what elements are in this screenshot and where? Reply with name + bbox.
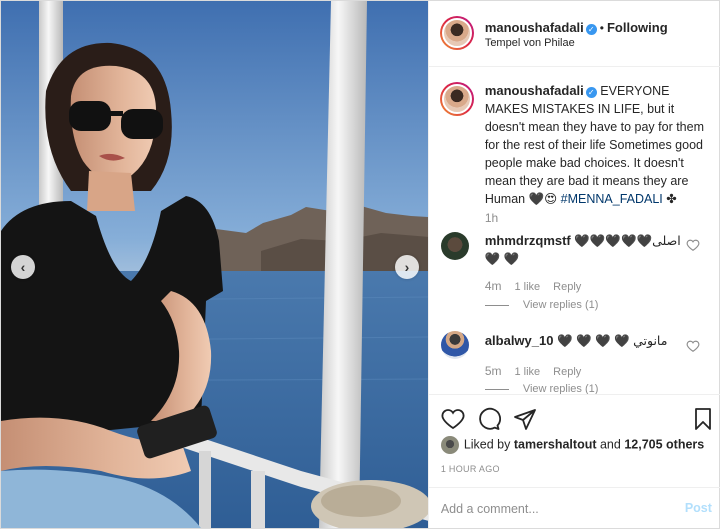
avatar-image <box>441 18 472 48</box>
comment-avatar[interactable] <box>440 331 469 359</box>
comments-list[interactable]: manoushafadali ✓ EVERYONE MAKES MISTAKES … <box>429 68 720 394</box>
caption-hashtag-link[interactable]: #MENNA_FADALI <box>561 192 663 206</box>
comment-username[interactable]: albalwy_10 <box>485 333 554 348</box>
next-photo-button[interactable]: › <box>395 255 419 279</box>
caption-suffix: ✤ <box>662 192 677 206</box>
comment-likes[interactable]: 1 like <box>514 281 540 293</box>
comment-icon[interactable] <box>477 407 501 431</box>
comment-username[interactable]: mhmdrzqmstf <box>485 233 571 248</box>
liked-by-middle: and <box>596 437 625 452</box>
caption-text: EVERYONE MAKES MISTAKES IN LIFE, but it … <box>484 84 704 206</box>
comment-meta: 4m 1 like Reply <box>485 279 594 293</box>
post-caption: manoushafadali ✓ EVERYONE MAKES MISTAKES … <box>485 82 713 208</box>
avatar-image <box>441 84 472 114</box>
comment-like-heart-icon[interactable] <box>686 238 700 252</box>
following-button[interactable]: Following <box>607 20 668 35</box>
bookmark-icon[interactable] <box>691 407 715 431</box>
post-header: manoushafadali ✓ • Following Tempel von Phi… <box>428 1 720 67</box>
comment-avatar[interactable] <box>440 232 469 260</box>
post-timestamp[interactable]: 1 HOUR AGO <box>441 464 500 474</box>
comment-text: مانوتي 🖤 🖤 🖤 🖤 <box>556 334 668 348</box>
author-line: manoushafadali ✓ • Following <box>485 20 668 35</box>
heart-icon[interactable] <box>441 407 465 431</box>
comment-reply-button[interactable]: Reply <box>553 366 581 378</box>
caption-author-avatar[interactable] <box>439 82 474 116</box>
instagram-post: ‹ › manoushafadali ✓ • Following Tempel von… <box>0 0 720 529</box>
liked-by-summary[interactable]: Liked by tamershaltout and 12,705 others <box>440 436 704 456</box>
comment-item: mhmdrzqmstf اصلى🖤🖤🖤🖤🖤🖤 🖤 <box>485 232 695 268</box>
author-username[interactable]: manoushafadali <box>485 20 584 35</box>
post-actions: Liked by tamershaltout and 12,705 others… <box>428 394 720 486</box>
comment-likes[interactable]: 1 like <box>514 366 540 378</box>
liker-username[interactable]: tamershaltout <box>514 437 597 451</box>
comment-input[interactable] <box>440 499 661 519</box>
comment-reply-button[interactable]: Reply <box>553 281 581 293</box>
post-photo[interactable]: ‹ › <box>1 1 428 528</box>
comment-like-heart-icon[interactable] <box>686 339 700 353</box>
view-replies-button[interactable]: View replies (1) <box>485 383 599 394</box>
verified-badge-icon: ✓ <box>585 87 597 98</box>
caption-time[interactable]: 1h <box>485 211 498 225</box>
separator-dot: • <box>599 21 604 35</box>
view-replies-button[interactable]: View replies (1) <box>485 299 599 311</box>
post-side-panel: manoushafadali ✓ • Following Tempel von Phi… <box>427 1 720 528</box>
comment-time[interactable]: 5m <box>485 364 502 378</box>
previous-photo-button[interactable]: ‹ <box>11 255 35 279</box>
post-comment-button[interactable]: Post <box>685 501 712 515</box>
verified-badge-icon: ✓ <box>585 24 597 35</box>
photo-scene <box>1 1 428 528</box>
author-avatar[interactable] <box>439 16 474 50</box>
caption-username[interactable]: manoushafadali <box>485 83 584 98</box>
liker-avatar <box>440 436 459 454</box>
location-link[interactable]: Tempel von Philae <box>485 37 575 49</box>
comment-meta: 5m 1 like Reply <box>485 364 594 378</box>
add-comment-bar: Post <box>428 487 720 528</box>
share-icon[interactable] <box>513 407 537 431</box>
others-likes-count[interactable]: 12,705 others <box>624 437 704 451</box>
comment-time[interactable]: 4m <box>485 279 502 293</box>
comment-item: albalwy_10 مانوتي 🖤 🖤 🖤 🖤 <box>485 332 695 350</box>
liked-by-prefix: Liked by <box>463 437 514 452</box>
